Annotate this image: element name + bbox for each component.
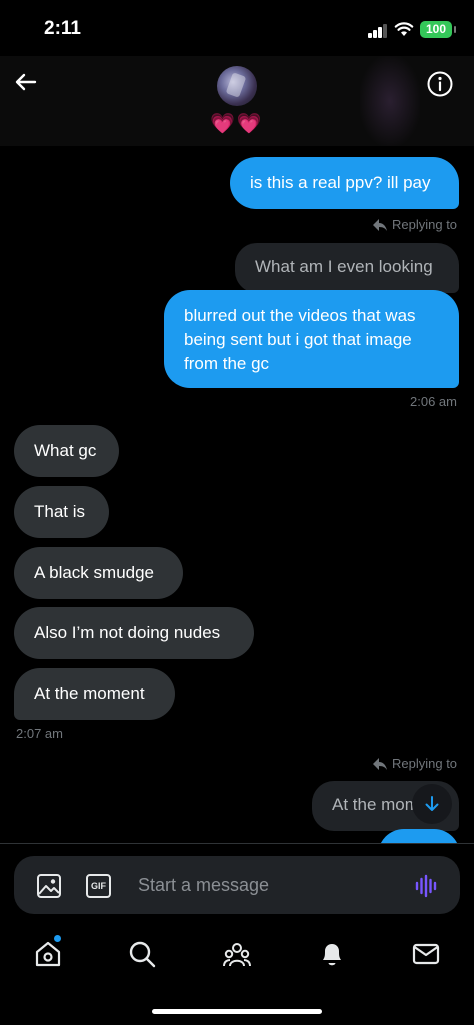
message-text-line: from the gc [184, 354, 270, 373]
message-timestamp: 2:06 am [410, 394, 457, 409]
back-arrow-icon[interactable] [12, 68, 40, 96]
message-bubble-received[interactable]: A black smudge [14, 547, 183, 599]
message-text-line: being sent but i got that image [184, 330, 412, 349]
message-text: A black smudge [34, 563, 155, 582]
voice-message-icon[interactable] [414, 874, 438, 898]
conversation-header: 💗💗 [0, 56, 474, 146]
message-bubble-sent[interactable]: is this a real ppv? ill pay [230, 157, 459, 209]
notifications-bell-icon[interactable] [317, 939, 347, 969]
search-icon[interactable] [127, 939, 157, 969]
message-text: At the moment [34, 684, 145, 703]
avatar[interactable] [217, 66, 257, 106]
message-bubble-received[interactable]: Also I’m not doing nudes [14, 607, 254, 659]
home-icon[interactable] [33, 939, 63, 969]
message-text-line: blurred out the videos that was [184, 306, 416, 325]
signal-icon [368, 24, 388, 38]
message-text: What gc [34, 441, 97, 460]
message-timestamp: 2:07 am [16, 726, 63, 741]
status-time: 2:11 [44, 18, 81, 39]
bottom-navigation [0, 925, 474, 1025]
reply-arrow-icon [373, 757, 387, 770]
message-text: Also I’m not doing nudes [34, 623, 221, 642]
blurred-region [360, 56, 420, 146]
message-bubble-received[interactable]: At the moment [14, 668, 175, 720]
message-bubble-sent[interactable]: blurred out the videos that was being se… [164, 290, 459, 388]
communities-icon[interactable] [222, 939, 252, 969]
messages-envelope-icon[interactable] [411, 939, 441, 969]
home-indicator [152, 1009, 322, 1014]
composer-bar: GIF [0, 843, 474, 925]
message-composer: GIF [14, 856, 460, 914]
status-bar: 2:11 100 [0, 0, 474, 56]
message-text: is this a real ppv? ill pay [250, 173, 431, 192]
message-input[interactable] [138, 870, 398, 900]
wifi-icon [394, 22, 414, 36]
scroll-to-bottom-button[interactable] [412, 784, 452, 824]
image-icon[interactable] [36, 873, 62, 899]
quoted-text: At the mom [332, 795, 419, 814]
arrow-down-icon [425, 796, 439, 811]
gif-button[interactable]: GIF [86, 874, 111, 898]
replying-to-label: Replying to [372, 217, 457, 232]
notification-dot [54, 935, 61, 942]
reply-arrow-icon [373, 218, 387, 231]
message-bubble-received[interactable]: That is [14, 486, 109, 538]
info-icon[interactable] [426, 70, 454, 98]
battery-indicator: 100 [420, 21, 456, 38]
message-bubble-received[interactable]: What gc [14, 425, 119, 477]
quoted-message[interactable]: What am I even looking at [235, 243, 459, 324]
message-text: That is [34, 502, 86, 521]
replying-to-label: Replying to [372, 756, 457, 771]
display-name-hearts[interactable]: 💗💗 [210, 111, 264, 136]
